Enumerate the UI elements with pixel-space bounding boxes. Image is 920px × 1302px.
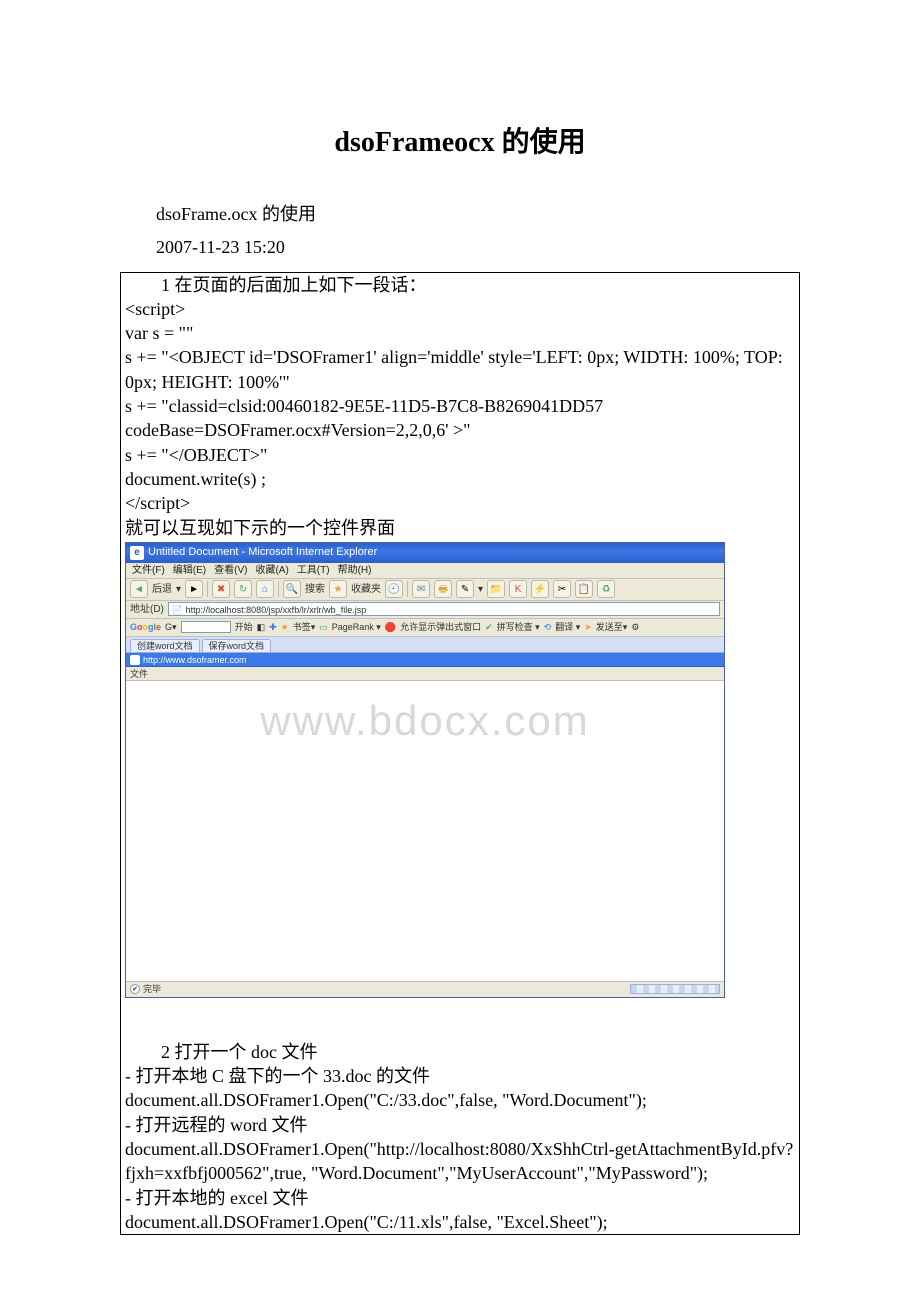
tool-icon[interactable]: 📋: [575, 580, 593, 598]
forward-button-icon[interactable]: ►: [185, 580, 203, 598]
address-label: 地址(D): [130, 603, 164, 617]
k-icon[interactable]: K: [509, 580, 527, 598]
dsoframer-url-bar: http://www.dsoframer.com: [126, 653, 724, 667]
ie-menu-item[interactable]: 帮助(H): [338, 564, 372, 578]
google-pagerank-label[interactable]: PageRank ▾: [332, 621, 381, 633]
section1-heading: 1 在页面的后面加上如下一段话：: [121, 273, 799, 297]
google-logo: Google: [130, 621, 161, 633]
intro-timestamp: 2007-11-23 15:20: [120, 233, 800, 262]
google-translate-label[interactable]: 翻译 ▾: [555, 621, 580, 633]
spacer: [121, 1000, 799, 1040]
ie-menu-item[interactable]: 编辑(E): [173, 564, 206, 578]
address-url-text: http://localhost:8080/jsp/xxfb/lr/xrlr/w…: [186, 605, 367, 615]
code-line: <script>: [121, 297, 799, 321]
mail-icon[interactable]: ✉: [412, 580, 430, 598]
ie-menu-item[interactable]: 收藏(A): [255, 564, 288, 578]
section1-postline: 就可以互现如下示的一个控件界面: [121, 516, 799, 540]
refresh-icon[interactable]: ↻: [234, 580, 252, 598]
home-icon[interactable]: ⌂: [256, 580, 274, 598]
ie-address-bar: 地址(D) 📄 http://localhost:8080/jsp/xxfb/l…: [126, 601, 724, 619]
tool-icon[interactable]: ✂: [553, 580, 571, 598]
section2-line: - 打开本地 C 盘下的一个 33.doc 的文件: [121, 1064, 799, 1088]
favorites-label: 收藏夹: [351, 583, 381, 597]
dropdown-icon[interactable]: ▾: [176, 583, 181, 597]
ie-menu-item[interactable]: 查看(V): [214, 564, 247, 578]
address-input[interactable]: 📄 http://localhost:8080/jsp/xxfb/lr/xrlr…: [168, 602, 720, 616]
document-title: dsoFrameocx 的使用: [0, 120, 920, 160]
intro-block: dsoFrame.ocx 的使用 2007-11-23 15:20: [120, 200, 800, 262]
code-line: s += "classid=clsid:00460182-9E5E-11D5-B…: [121, 394, 799, 443]
toolbar-separator: [207, 581, 208, 597]
watermark-text: www.bdocx.com: [126, 693, 724, 750]
back-button-icon[interactable]: ◄: [130, 580, 148, 598]
ie-logo-icon: e: [130, 546, 144, 560]
ie-window-title: Untitled Document - Microsoft Internet E…: [148, 545, 377, 560]
google-go-label[interactable]: 开始: [235, 621, 253, 633]
section2-heading: 2 打开一个 doc 文件: [121, 1040, 799, 1064]
ie-screenshot: e Untitled Document - Microsoft Internet…: [125, 542, 725, 998]
google-settings-icon[interactable]: ⚙: [631, 621, 639, 633]
google-spellcheck-icon[interactable]: ✔: [485, 621, 493, 633]
document-body-box: 1 在页面的后面加上如下一段话： <script> var s = "" s +…: [120, 272, 800, 1236]
page-tabs: 创建word文档 保存word文档: [126, 637, 724, 653]
google-bookmarks-icon[interactable]: ★: [281, 621, 289, 633]
page-icon: 📄: [172, 605, 183, 615]
google-new-icon[interactable]: ✚: [269, 621, 277, 633]
section2-code: document.all.DSOFramer1.Open("C:/33.doc"…: [121, 1088, 799, 1112]
google-popup-icon[interactable]: 🛑: [385, 621, 396, 633]
toolbar-separator: [278, 581, 279, 597]
ie-menu-item[interactable]: 工具(T): [297, 564, 330, 578]
intro-subtitle: dsoFrame.ocx 的使用: [120, 200, 800, 229]
google-toolbar: Google G▾ 开始 ◧ ✚ ★ 书签▾ ▭ PageRank ▾ 🛑 允许…: [126, 619, 724, 637]
print-icon[interactable]: 🖶: [434, 580, 452, 598]
dsoframer-menu: 文件: [126, 667, 724, 681]
favorites-icon[interactable]: ★: [329, 580, 347, 598]
ie-menubar: 文件(F) 编辑(E) 查看(V) 收藏(A) 工具(T) 帮助(H): [126, 563, 724, 579]
link-icon[interactable]: ⚡: [531, 580, 549, 598]
google-spellcheck-label[interactable]: 拼写检查 ▾: [497, 621, 540, 633]
search-icon[interactable]: 🔍: [283, 580, 301, 598]
tab-create-word[interactable]: 创建word文档: [130, 639, 200, 652]
ie-menu-item[interactable]: 文件(F): [132, 564, 165, 578]
stop-icon[interactable]: ✖: [212, 580, 230, 598]
google-brand-dropdown[interactable]: G▾: [165, 621, 177, 633]
section2-code: document.all.DSOFramer1.Open("http://loc…: [121, 1137, 799, 1186]
google-go-icon[interactable]: ◧: [257, 621, 266, 633]
section2-line: - 打开远程的 word 文件: [121, 1113, 799, 1137]
ie-status-bar: ✔ 完毕: [126, 981, 724, 997]
dropdown-icon[interactable]: ▾: [478, 583, 483, 597]
status-done-icon: ✔: [130, 984, 140, 994]
google-translate-icon[interactable]: ⟲: [544, 621, 552, 633]
status-progress-bar: [630, 984, 720, 994]
search-label: 搜索: [305, 583, 325, 597]
code-line: s += "</OBJECT>": [121, 443, 799, 467]
status-text: 完毕: [143, 983, 161, 995]
dsoframer-content-area: www.bdocx.com: [126, 681, 724, 981]
section2-code: document.all.DSOFramer1.Open("C:/11.xls"…: [121, 1210, 799, 1234]
ie-titlebar: e Untitled Document - Microsoft Internet…: [126, 543, 724, 563]
code-line: var s = "": [121, 321, 799, 345]
code-line: </script>: [121, 491, 799, 515]
back-label: 后退: [152, 583, 172, 597]
code-line: document.write(s) ;: [121, 467, 799, 491]
google-bookmarks-label[interactable]: 书签▾: [293, 621, 316, 633]
google-popup-label[interactable]: 允许显示弹出式窗口: [400, 621, 481, 633]
toolbar-separator: [407, 581, 408, 597]
edit-icon[interactable]: ✎: [456, 580, 474, 598]
tab-save-word[interactable]: 保存word文档: [202, 639, 272, 652]
google-search-input[interactable]: [181, 621, 231, 633]
code-line: s += "<OBJECT id='DSOFramer1' align='mid…: [121, 345, 799, 394]
google-pagerank-icon[interactable]: ▭: [319, 621, 328, 633]
tool-icon[interactable]: ♻: [597, 580, 615, 598]
dsoframer-url-text: http://www.dsoframer.com: [143, 655, 247, 665]
google-sendto-icon[interactable]: ➤: [584, 621, 592, 633]
page-icon: [130, 655, 140, 665]
folder-icon[interactable]: 📁: [487, 580, 505, 598]
google-sendto-label[interactable]: 发送至▾: [596, 621, 628, 633]
section2-line: - 打开本地的 excel 文件: [121, 1186, 799, 1210]
ie-toolbar: ◄ 后退 ▾ ► ✖ ↻ ⌂ 🔍 搜索 ★ 收藏夹 🕘 ✉ 🖶 ✎ ▾ 📁 K …: [126, 579, 724, 601]
history-icon[interactable]: 🕘: [385, 580, 403, 598]
dsoframer-file-menu[interactable]: 文件: [130, 669, 148, 679]
